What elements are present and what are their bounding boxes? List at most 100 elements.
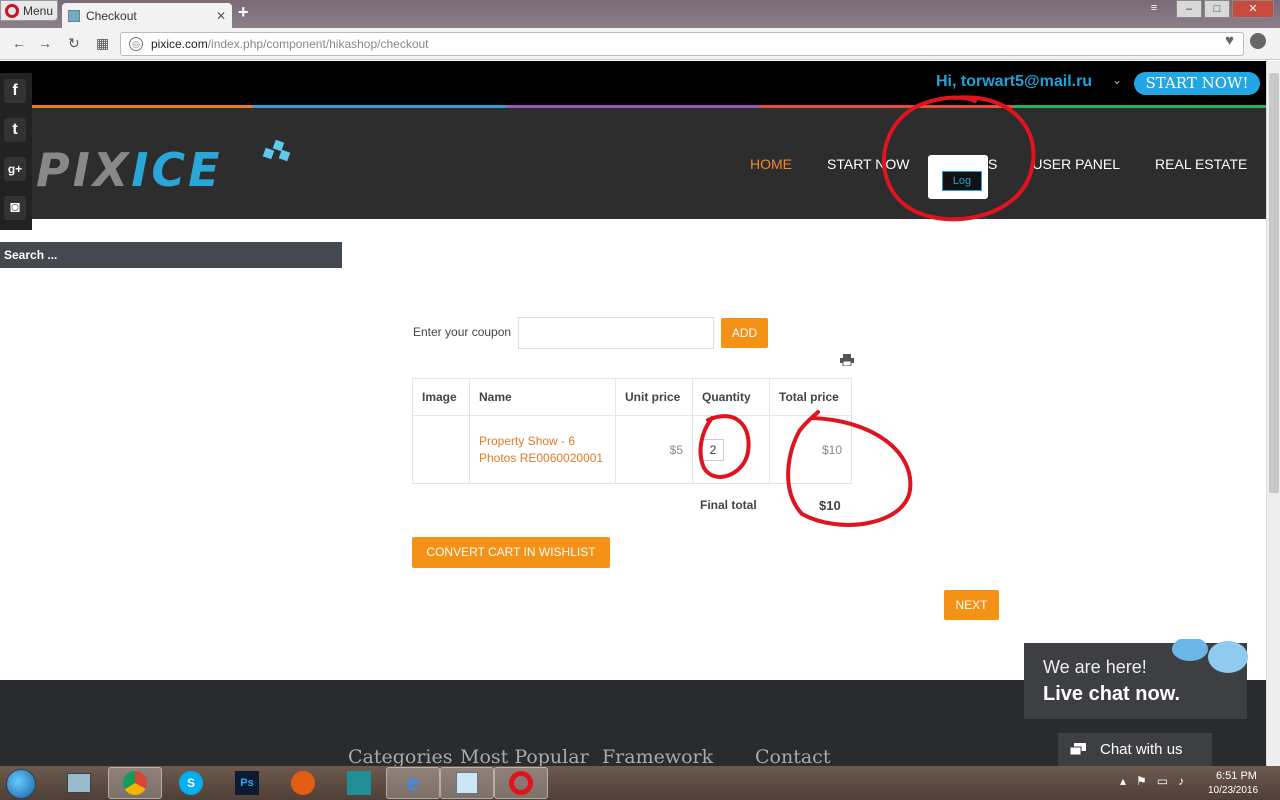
new-tab-button[interactable]: + bbox=[238, 2, 249, 23]
cart-header-row: Image Name Unit price Quantity Total pri… bbox=[412, 378, 852, 416]
system-tray: ▴ ⚑ ▭ ♪ bbox=[1120, 774, 1184, 788]
maximize-button[interactable]: □ bbox=[1204, 0, 1230, 18]
footer-link-most-popular[interactable]: Most Popular bbox=[460, 746, 589, 766]
twitter-icon[interactable]: t bbox=[4, 118, 26, 142]
bookmark-heart-icon[interactable]: ♥ bbox=[1225, 32, 1234, 49]
clock-date[interactable]: 10/23/2016 bbox=[1208, 785, 1258, 796]
quantity-cell: 2 bbox=[692, 415, 770, 484]
coupon-input[interactable] bbox=[518, 317, 714, 349]
chat-button-label: Chat with us bbox=[1100, 741, 1183, 758]
scrollbar-thumb[interactable] bbox=[1269, 73, 1279, 493]
account-icon[interactable] bbox=[1250, 33, 1266, 49]
add-coupon-button[interactable]: ADD bbox=[721, 318, 768, 348]
chat-with-us-button[interactable]: Chat with us bbox=[1058, 733, 1212, 766]
browser-tab-bar: Menu Checkout ✕ + ≡ – □ ✕ bbox=[0, 0, 1280, 28]
site-logo[interactable]: PIXICE bbox=[36, 139, 291, 197]
speed-dial-icon[interactable]: ▦ bbox=[96, 35, 109, 52]
facebook-icon[interactable]: f bbox=[4, 79, 26, 103]
header-name: Name bbox=[469, 378, 616, 416]
final-total-value: $10 bbox=[819, 498, 841, 513]
back-icon[interactable]: ← bbox=[12, 35, 26, 51]
os-taskbar: S Ps e ▴ ⚑ ▭ ♪ 6:51 PM 10/23/2016 bbox=[0, 766, 1280, 800]
network-icon[interactable]: ▭ bbox=[1157, 774, 1168, 788]
url-input[interactable]: ◎ pixice.com/index.php/component/hikasho… bbox=[120, 32, 1244, 56]
internet-explorer-icon[interactable]: e bbox=[386, 767, 440, 799]
nav-real-estate[interactable]: REAL ESTATE bbox=[1155, 156, 1247, 172]
header-image: Image bbox=[412, 378, 470, 416]
logo-cubes-icon bbox=[262, 139, 294, 162]
next-button[interactable]: NEXT bbox=[944, 590, 999, 620]
site-header: PIXICE HOME START NOW VIDEOS USER PANEL … bbox=[0, 108, 1266, 219]
window-controls: ≡ – □ ✕ bbox=[1144, 0, 1274, 18]
google-plus-icon[interactable]: g+ bbox=[4, 157, 26, 181]
unit-price: $5 bbox=[615, 415, 693, 484]
address-bar: ← → ↻ ▦ ◎ pixice.com/index.php/component… bbox=[0, 28, 1280, 60]
header-unit-price: Unit price bbox=[615, 378, 693, 416]
start-button[interactable] bbox=[6, 769, 36, 799]
flag-icon[interactable]: ⚑ bbox=[1136, 774, 1147, 788]
3dsmax-icon[interactable] bbox=[332, 767, 386, 799]
tab-title: Checkout bbox=[86, 8, 137, 23]
chat-icon bbox=[1070, 743, 1086, 756]
logo-text-pix: PIX bbox=[36, 143, 132, 197]
convert-wishlist-button[interactable]: CONVERT CART IN WISHLIST bbox=[412, 537, 610, 568]
stash-icon[interactable]: ≡ bbox=[1144, 0, 1164, 18]
notes-icon[interactable] bbox=[440, 767, 494, 799]
instagram-icon[interactable]: ◙ bbox=[4, 196, 26, 220]
forward-icon[interactable]: → bbox=[38, 35, 52, 51]
main-nav: HOME START NOW VIDEOS USER PANEL REAL ES… bbox=[750, 156, 1247, 172]
logo-text-ice: ICE bbox=[131, 143, 223, 197]
footer-link-framework[interactable]: Framework bbox=[602, 746, 713, 766]
houdini-icon[interactable] bbox=[276, 767, 330, 799]
login-tooltip: Log bbox=[928, 155, 988, 199]
header-total-price: Total price bbox=[769, 378, 852, 416]
cart-table: Image Name Unit price Quantity Total pri… bbox=[412, 378, 852, 484]
globe-icon: ◎ bbox=[129, 37, 143, 51]
row-total-price: $10 bbox=[769, 415, 852, 484]
tab-close-icon[interactable]: ✕ bbox=[216, 9, 226, 23]
footer-link-contact[interactable]: Contact bbox=[755, 746, 830, 766]
final-total-label: Final total bbox=[700, 498, 757, 512]
table-row: Property Show - 6 Photos RE0060020001 $5… bbox=[412, 415, 852, 484]
print-icon[interactable] bbox=[840, 354, 854, 366]
url-path: /index.php/component/hikashop/checkout bbox=[207, 37, 429, 51]
url-domain: pixice.com bbox=[151, 37, 208, 51]
page-scrollbar[interactable] bbox=[1266, 61, 1280, 766]
login-tooltip-button[interactable]: Log bbox=[942, 171, 982, 191]
opera-icon[interactable] bbox=[494, 767, 548, 799]
opera-logo-icon bbox=[5, 3, 19, 18]
skype-icon[interactable]: S bbox=[164, 767, 218, 799]
nav-user-panel[interactable]: USER PANEL bbox=[1032, 156, 1120, 172]
start-now-button[interactable]: START NOW! bbox=[1134, 72, 1260, 95]
quantity-input[interactable]: 2 bbox=[702, 438, 724, 461]
reload-icon[interactable]: ↻ bbox=[68, 35, 80, 52]
chat-banner-line2: Live chat now. bbox=[1043, 683, 1181, 705]
search-input[interactable]: Search ... bbox=[0, 242, 342, 268]
menu-label: Menu bbox=[23, 3, 54, 18]
chat-banner-line1: We are here! bbox=[1043, 657, 1147, 677]
chat-bubbles-icon bbox=[1172, 639, 1248, 673]
chrome-icon[interactable] bbox=[108, 767, 162, 799]
browser-menu-button[interactable]: Menu bbox=[0, 0, 58, 21]
photoshop-icon[interactable]: Ps bbox=[220, 767, 274, 799]
close-window-button[interactable]: ✕ bbox=[1232, 0, 1274, 18]
nav-home[interactable]: HOME bbox=[750, 156, 792, 172]
product-image-cell bbox=[412, 415, 470, 484]
footer-link-categories[interactable]: Categories bbox=[348, 746, 453, 766]
browser-tab[interactable]: Checkout ✕ bbox=[62, 3, 232, 28]
explorer-icon[interactable] bbox=[52, 767, 106, 799]
site-top-bar: Hi, torwart5@mail.ru ⌄ START NOW! bbox=[0, 61, 1266, 105]
page-viewport: Hi, torwart5@mail.ru ⌄ START NOW! PIXICE… bbox=[0, 61, 1266, 766]
minimize-button[interactable]: – bbox=[1176, 0, 1202, 18]
clock-time[interactable]: 6:51 PM bbox=[1216, 770, 1257, 782]
nav-start-now[interactable]: START NOW bbox=[827, 156, 909, 172]
header-quantity: Quantity bbox=[692, 378, 770, 416]
user-greeting[interactable]: Hi, torwart5@mail.ru bbox=[936, 73, 1092, 91]
coupon-label: Enter your coupon bbox=[413, 325, 512, 339]
product-name-link[interactable]: Property Show - 6 Photos RE0060020001 bbox=[469, 415, 616, 484]
volume-icon[interactable]: ♪ bbox=[1178, 774, 1184, 788]
chevron-down-icon[interactable]: ⌄ bbox=[1112, 73, 1122, 87]
favicon-icon bbox=[68, 9, 80, 22]
tray-expand-icon[interactable]: ▴ bbox=[1120, 774, 1126, 788]
social-bar: f t g+ ◙ bbox=[0, 73, 32, 230]
